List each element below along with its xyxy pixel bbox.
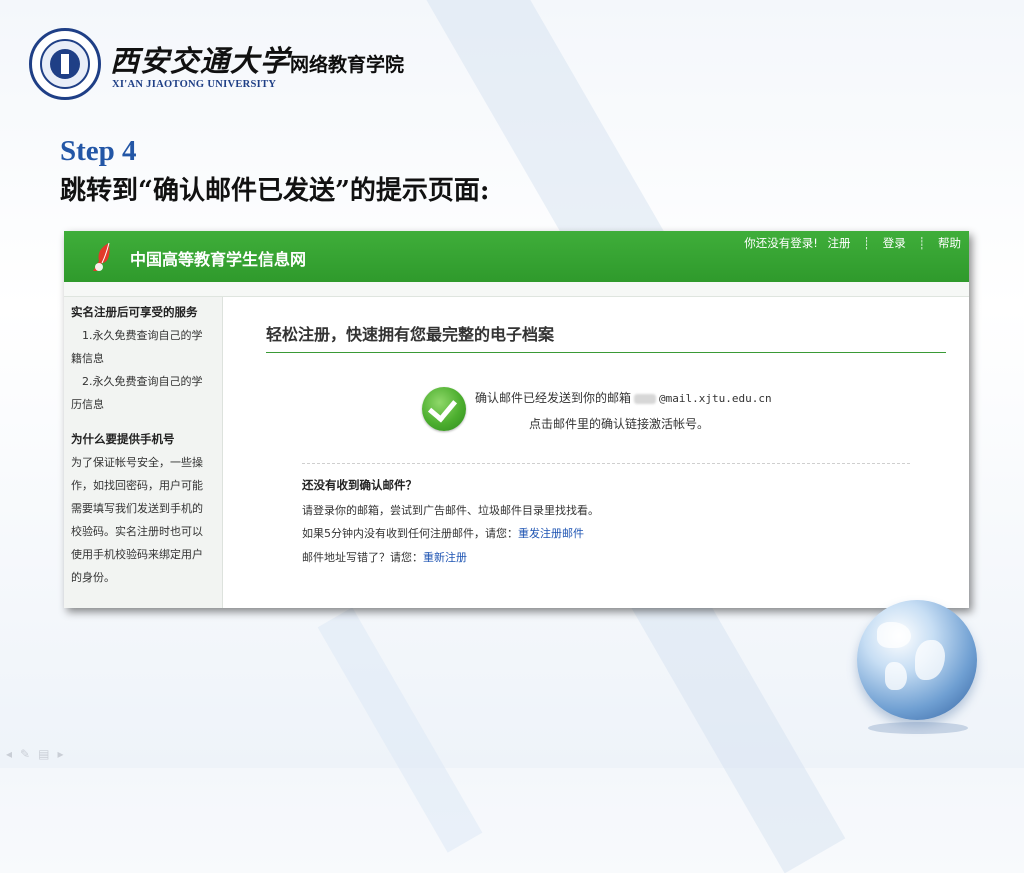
site-title: 中国高等教育学生信息网 — [130, 250, 307, 269]
menu-icon[interactable]: ▤ — [38, 747, 57, 761]
background-streak — [317, 607, 483, 853]
sidebar-text: 为了保证帐号安全，一些操 — [71, 456, 203, 469]
dashed-divider — [302, 463, 910, 464]
check-circle-icon — [422, 387, 466, 431]
login-link[interactable]: 登录 — [883, 235, 906, 251]
website-screenshot: 中国高等教育学生信息网 你还没有登录! 注册 ┊ 登录 ┊ 帮助 实名注册后可享… — [64, 231, 969, 608]
confirm-message: 确认邮件已经发送到你的邮箱 @mail.xjtu.edu.cn — [475, 389, 772, 406]
nav-separator: ┊ — [863, 236, 871, 250]
help-text: 邮件地址写错了？请您：重新注册 — [302, 549, 467, 565]
help-text-prefix: 邮件地址写错了？请您： — [302, 551, 423, 564]
blurred-email-user — [634, 393, 657, 404]
bird-logo-icon — [93, 242, 110, 271]
next-slide-icon[interactable]: ▸ — [57, 747, 71, 761]
sidebar-text: 2.永久免费查询自己的学 — [82, 375, 203, 388]
help-text-prefix: 如果5分钟内没有收到任何注册邮件，请您： — [302, 527, 518, 540]
confirm-email-domain: @mail.xjtu.edu.cn — [659, 392, 772, 405]
sidebar: 实名注册后可享受的服务 1.永久免费查询自己的学 籍信息 2.永久免费查询自己的… — [64, 297, 223, 608]
pen-icon[interactable]: ✎ — [20, 747, 38, 761]
main-content: 轻松注册，快速拥有您最完整的电子档案 确认邮件已经发送到你的邮箱 @mail.xj… — [224, 297, 969, 608]
college-name: 网络教育学院 — [290, 54, 405, 76]
sidebar-section-title: 实名注册后可享受的服务 — [71, 305, 198, 319]
help-text: 请登录你的邮箱，尝试到广告邮件、垃圾邮件目录里找找看。 — [302, 504, 599, 517]
header-subbar — [64, 282, 969, 297]
title-divider — [266, 352, 946, 353]
slide-nav-controls: ◂✎▤▸ — [6, 747, 71, 761]
nav-separator: ┊ — [918, 236, 926, 250]
sidebar-text: 1.永久免费查询自己的学 — [82, 329, 203, 342]
sidebar-text: 校验码。实名注册时也可以 — [71, 525, 203, 538]
help-link[interactable]: 帮助 — [938, 235, 961, 251]
sidebar-text: 使用手机校验码来绑定用户 — [71, 548, 203, 561]
login-status: 你还没有登录! — [744, 236, 818, 250]
sidebar-section-title: 为什么要提供手机号 — [71, 432, 175, 446]
confirm-instruction: 点击邮件里的确认链接激活帐号。 — [529, 417, 710, 431]
page-title: 轻松注册，快速拥有您最完整的电子档案 — [266, 325, 555, 344]
register-link[interactable]: 注册 — [828, 235, 851, 251]
university-name-cn: 西安交通大学 — [110, 44, 291, 78]
sidebar-text: 的身份。 — [71, 571, 115, 584]
sidebar-text: 籍信息 — [71, 352, 104, 365]
university-seal-icon — [29, 28, 101, 100]
re-register-link[interactable]: 重新注册 — [423, 551, 467, 564]
previous-slide-icon[interactable]: ◂ — [6, 747, 20, 761]
site-header: 中国高等教育学生信息网 你还没有登录! 注册 ┊ 登录 ┊ 帮助 — [64, 231, 969, 282]
step-title: Step 4 — [60, 135, 137, 167]
top-nav: 你还没有登录! 注册 ┊ 登录 ┊ 帮助 — [744, 235, 961, 251]
help-text: 如果5分钟内没有收到任何注册邮件，请您：重发注册邮件 — [302, 525, 584, 541]
step-description: 跳转到“确认邮件已发送”的提示页面: — [60, 176, 490, 206]
sidebar-text: 历信息 — [71, 398, 104, 411]
university-name-en: XI'AN JIAOTONG UNIVERSITY — [112, 79, 277, 90]
globe-icon — [857, 600, 977, 720]
globe-shadow — [868, 722, 968, 734]
confirm-prefix: 确认邮件已经发送到你的邮箱 — [475, 391, 632, 405]
help-title: 还没有收到确认邮件？ — [302, 478, 417, 492]
sidebar-text: 作，如找回密码，用户可能 — [71, 479, 203, 492]
sidebar-text: 需要填写我们发送到手机的 — [71, 502, 203, 515]
resend-email-link[interactable]: 重发注册邮件 — [518, 527, 584, 540]
